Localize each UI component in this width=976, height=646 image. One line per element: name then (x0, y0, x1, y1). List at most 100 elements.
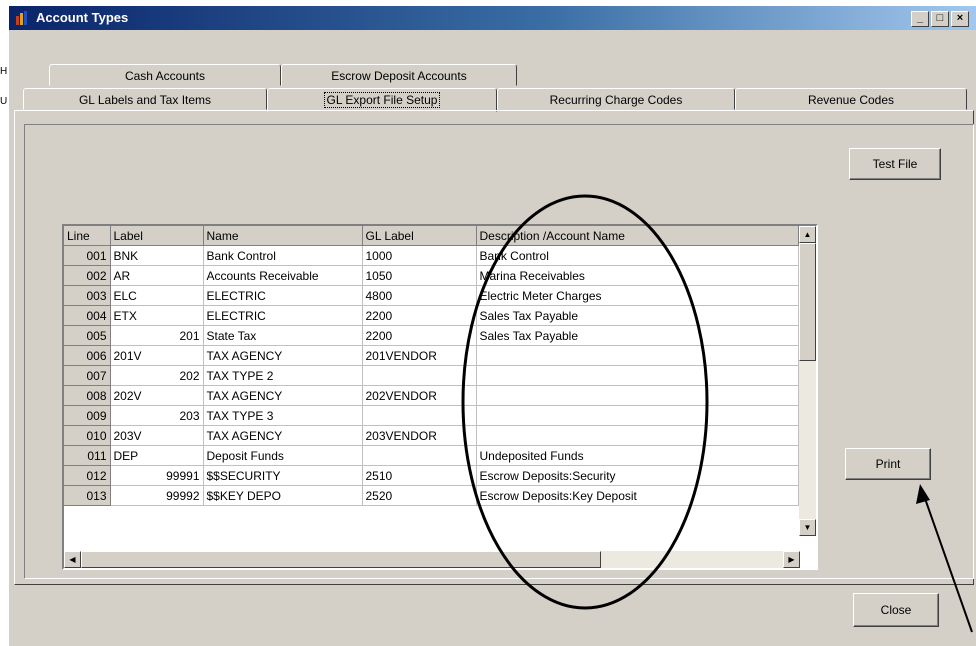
row-line[interactable]: 011 (64, 445, 111, 466)
table-row[interactable]: 006 201V TAX AGENCY 201VENDOR (64, 345, 799, 366)
table-row[interactable]: 009 203 TAX TYPE 3 (64, 405, 799, 426)
row-name[interactable]: ELECTRIC (203, 305, 363, 326)
gl-export-grid[interactable]: Line Label Name GL Label Description /Ac… (62, 224, 818, 570)
row-name[interactable]: ELECTRIC (203, 285, 363, 306)
row-description[interactable] (476, 345, 799, 366)
col-label[interactable]: Label (110, 226, 204, 246)
row-gl-label[interactable]: 2510 (362, 465, 477, 486)
row-gl-label[interactable]: 201VENDOR (362, 345, 477, 366)
row-name[interactable]: TAX AGENCY (203, 425, 363, 446)
row-description[interactable]: Bank Control (476, 245, 799, 266)
row-label[interactable]: 99992 (110, 485, 204, 506)
print-button[interactable]: Print (845, 448, 931, 480)
row-label[interactable]: ELC (110, 285, 204, 306)
scroll-left-icon[interactable]: ◀ (64, 551, 81, 568)
row-name[interactable]: Accounts Receivable (203, 265, 363, 286)
table-row[interactable]: 011 DEP Deposit Funds Undeposited Funds (64, 445, 799, 466)
row-name[interactable]: Bank Control (203, 245, 363, 266)
row-line[interactable]: 006 (64, 345, 111, 366)
col-line[interactable]: Line (64, 226, 111, 246)
row-name[interactable]: Deposit Funds (203, 445, 363, 466)
row-label[interactable]: AR (110, 265, 204, 286)
row-name[interactable]: $$KEY DEPO (203, 485, 363, 506)
row-line[interactable]: 002 (64, 265, 111, 286)
row-line[interactable]: 013 (64, 485, 111, 506)
tab-cash-accounts[interactable]: Cash Accounts (49, 64, 281, 86)
row-label[interactable]: ETX (110, 305, 204, 326)
row-line[interactable]: 012 (64, 465, 111, 486)
row-name[interactable]: TAX TYPE 3 (203, 405, 363, 426)
row-line[interactable]: 005 (64, 325, 111, 346)
row-description[interactable]: Electric Meter Charges (476, 285, 799, 306)
tab-gl-export-file-setup[interactable]: GL Export File Setup (267, 88, 497, 112)
col-description[interactable]: Description /Account Name (476, 226, 799, 246)
row-description[interactable] (476, 365, 799, 386)
horizontal-scroll-thumb[interactable] (81, 551, 601, 568)
row-description[interactable]: Escrow Deposits:Key Deposit (476, 485, 799, 506)
test-file-button[interactable]: Test File (849, 148, 941, 180)
row-description[interactable]: Marina Receivables (476, 265, 799, 286)
tab-escrow-deposit-accounts[interactable]: Escrow Deposit Accounts (281, 64, 517, 86)
row-name[interactable]: TAX AGENCY (203, 385, 363, 406)
row-description[interactable]: Escrow Deposits:Security (476, 465, 799, 486)
row-gl-label[interactable] (362, 405, 477, 426)
row-label[interactable]: BNK (110, 245, 204, 266)
row-gl-label[interactable]: 2200 (362, 305, 477, 326)
row-gl-label[interactable]: 2200 (362, 325, 477, 346)
scroll-down-icon[interactable]: ▼ (799, 519, 816, 536)
row-description[interactable] (476, 385, 799, 406)
row-name[interactable]: $$SECURITY (203, 465, 363, 486)
row-description[interactable]: Sales Tax Payable (476, 325, 799, 346)
table-row[interactable]: 004 ETX ELECTRIC 2200 Sales Tax Payable (64, 305, 799, 326)
table-row[interactable]: 012 99991 $$SECURITY 2510 Escrow Deposits:Se… (64, 465, 799, 486)
row-label[interactable]: 203V (110, 425, 204, 446)
row-name[interactable]: State Tax (203, 325, 363, 346)
row-gl-label[interactable] (362, 365, 477, 386)
row-line[interactable]: 010 (64, 425, 111, 446)
row-line[interactable]: 007 (64, 365, 111, 386)
table-row[interactable]: 013 99992 $$KEY DEPO 2520 Escrow Deposits:Ke… (64, 485, 799, 506)
close-button[interactable]: Close (853, 593, 939, 627)
tab-recurring-charge-codes[interactable]: Recurring Charge Codes (497, 88, 735, 110)
col-name[interactable]: Name (203, 226, 363, 246)
maximize-button[interactable]: □ (931, 11, 949, 27)
vertical-scrollbar[interactable]: ▲ ▼ (799, 226, 816, 536)
scroll-up-icon[interactable]: ▲ (799, 226, 816, 243)
row-label[interactable]: DEP (110, 445, 204, 466)
row-label[interactable]: 201V (110, 345, 204, 366)
row-description[interactable] (476, 405, 799, 426)
row-description[interactable]: Sales Tax Payable (476, 305, 799, 326)
row-line[interactable]: 004 (64, 305, 111, 326)
row-gl-label[interactable]: 4800 (362, 285, 477, 306)
row-gl-label[interactable]: 1000 (362, 245, 477, 266)
row-label[interactable]: 201 (110, 325, 204, 346)
row-line[interactable]: 001 (64, 245, 111, 266)
tab-gl-labels-tax-items[interactable]: GL Labels and Tax Items (23, 88, 267, 110)
row-label[interactable]: 202 (110, 365, 204, 386)
row-label[interactable]: 202V (110, 385, 204, 406)
table-row[interactable]: 008 202V TAX AGENCY 202VENDOR (64, 385, 799, 406)
table-row[interactable]: 005 201 State Tax 2200 Sales Tax Payable (64, 325, 799, 346)
table-row[interactable]: 010 203V TAX AGENCY 203VENDOR (64, 425, 799, 446)
col-gl-label[interactable]: GL Label (362, 226, 477, 246)
horizontal-scrollbar[interactable]: ◀ ▶ (64, 551, 800, 568)
row-label[interactable]: 203 (110, 405, 204, 426)
scroll-right-icon[interactable]: ▶ (783, 551, 800, 568)
row-name[interactable]: TAX AGENCY (203, 345, 363, 366)
row-description[interactable]: Undeposited Funds (476, 445, 799, 466)
vertical-scroll-thumb[interactable] (799, 243, 816, 361)
row-gl-label[interactable] (362, 445, 477, 466)
row-description[interactable] (476, 425, 799, 446)
row-gl-label[interactable]: 1050 (362, 265, 477, 286)
title-bar[interactable]: Account Types _ □ × (9, 6, 976, 30)
row-gl-label[interactable]: 203VENDOR (362, 425, 477, 446)
row-label[interactable]: 99991 (110, 465, 204, 486)
row-line[interactable]: 008 (64, 385, 111, 406)
table-row[interactable]: 007 202 TAX TYPE 2 (64, 365, 799, 386)
row-line[interactable]: 003 (64, 285, 111, 306)
tab-revenue-codes[interactable]: Revenue Codes (735, 88, 967, 110)
row-gl-label[interactable]: 202VENDOR (362, 385, 477, 406)
table-row[interactable]: 003 ELC ELECTRIC 4800 Electric Meter Charges (64, 285, 799, 306)
row-name[interactable]: TAX TYPE 2 (203, 365, 363, 386)
table-row[interactable]: 002 AR Accounts Receivable 1050 Marina Recei… (64, 265, 799, 286)
